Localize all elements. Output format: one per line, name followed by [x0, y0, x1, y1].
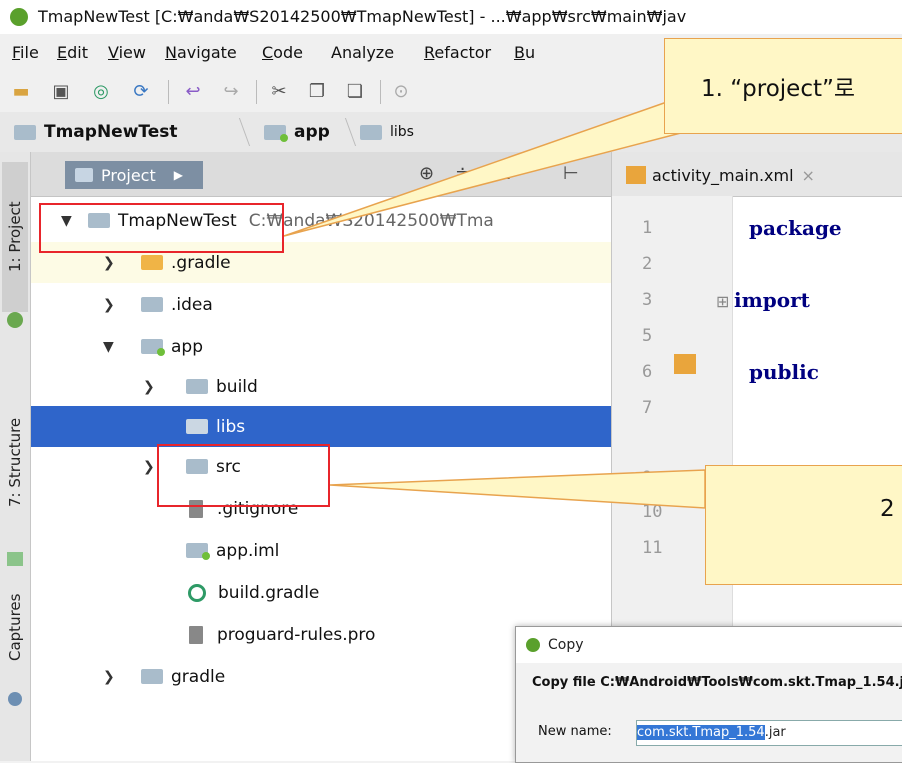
- new-name-input[interactable]: com.skt.Tmap_1.54.jar: [636, 720, 902, 746]
- callout-one-pointer: [283, 102, 702, 237]
- dialog-title: Copy: [548, 637, 584, 653]
- callout-two-pointer: [329, 469, 706, 509]
- callout-one-text: 1. “project”로: [701, 76, 856, 102]
- highlight-project-selector: [39, 203, 284, 253]
- callout-two: 2: [705, 465, 902, 585]
- callout-one: 1. “project”로: [664, 38, 902, 134]
- copy-dialog: Copy Copy file C:₩Android₩Tools₩com.skt.…: [515, 626, 902, 763]
- android-studio-logo-icon: [526, 638, 540, 652]
- highlight-libs-folder: [157, 444, 330, 507]
- dialog-message: Copy file C:₩Android₩Tools₩com.skt.Tmap_…: [532, 675, 902, 690]
- dialog-title-bar: Copy: [516, 627, 902, 663]
- callout-two-text: 2: [880, 496, 895, 522]
- new-name-label: New name:: [538, 724, 612, 739]
